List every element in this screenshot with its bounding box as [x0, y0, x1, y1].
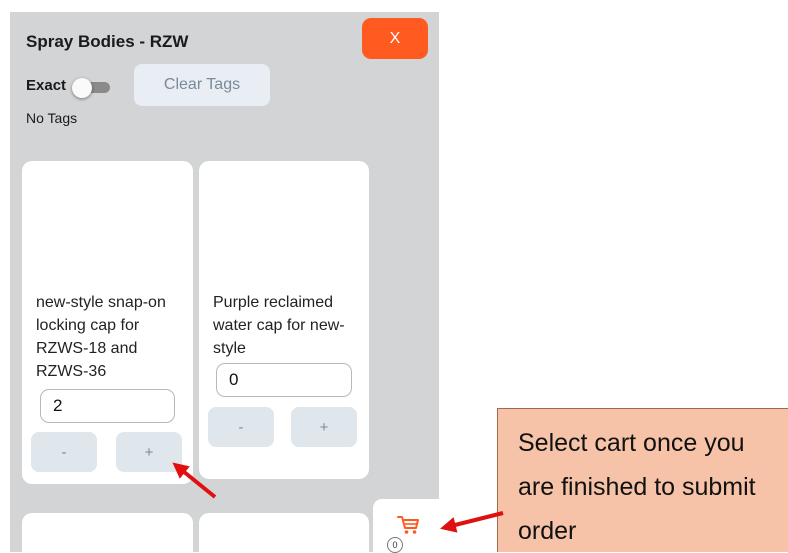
arrow-to-cart: [440, 511, 504, 533]
annotation-arrows: [172, 462, 504, 533]
arrow-to-plus: [172, 462, 217, 499]
